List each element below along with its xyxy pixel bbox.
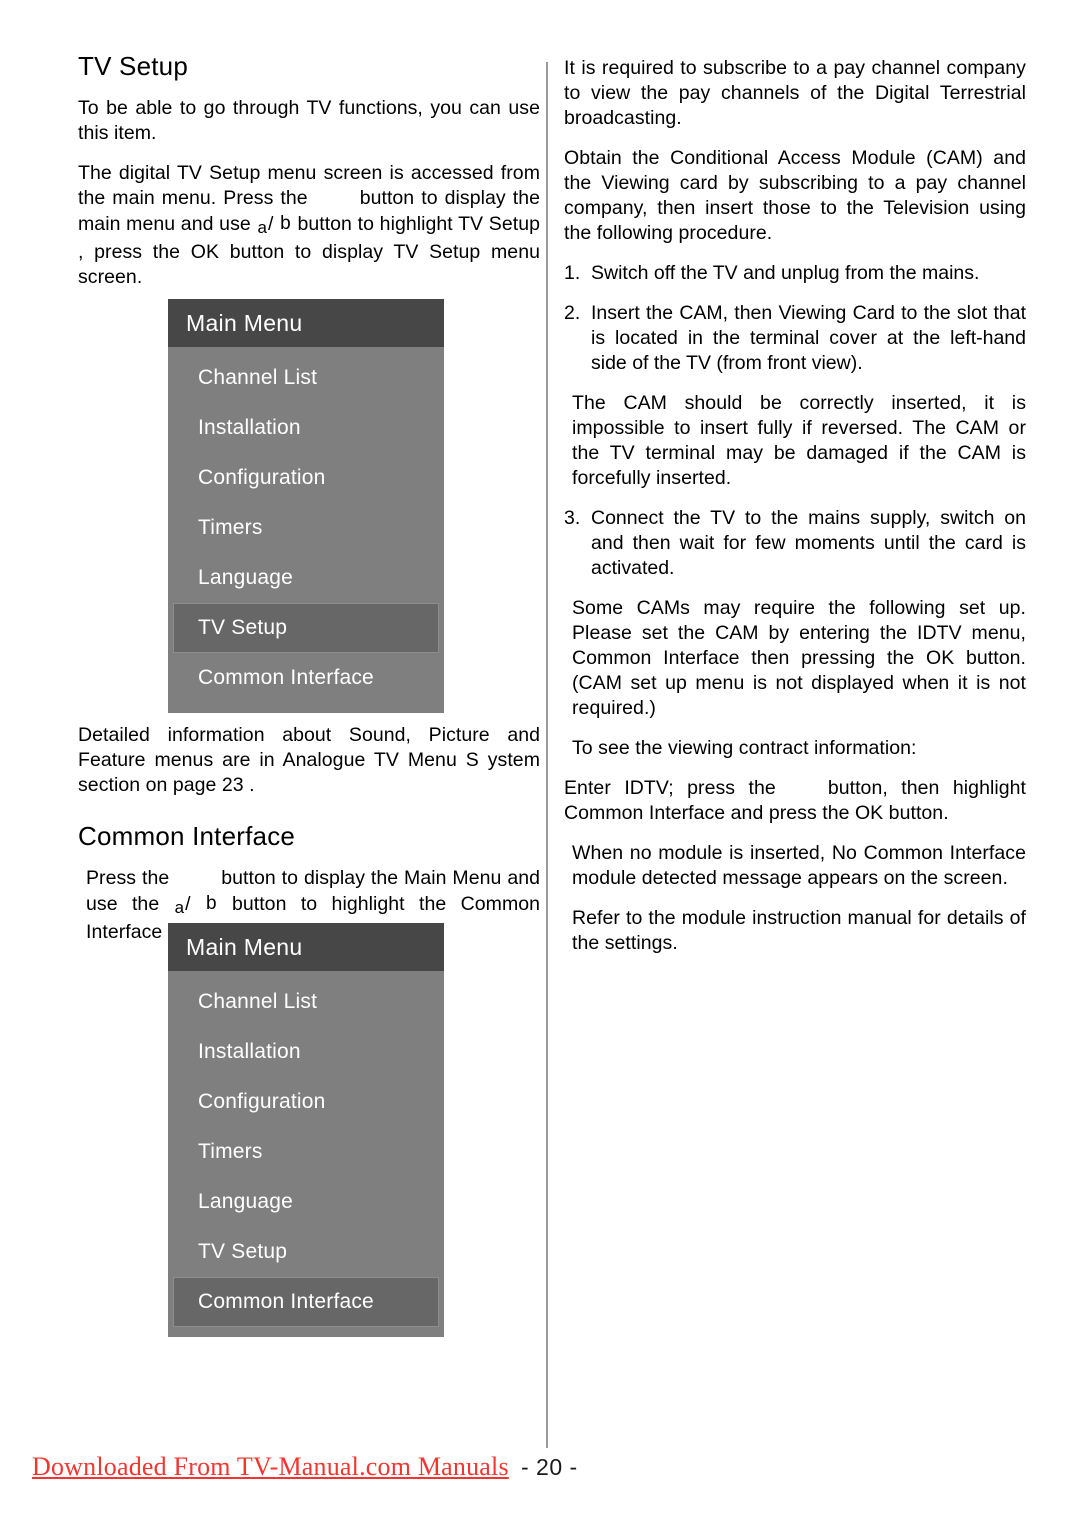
heading-common-interface: Common Interface <box>78 820 296 851</box>
up-arrow-glyph-2: a <box>174 897 185 917</box>
osd-item-installation-2[interactable]: Installation <box>168 1027 444 1077</box>
osd-item-timers-2[interactable]: Timers <box>168 1127 444 1177</box>
paragraph-enter-idtv: Enter IDTV; press the button, then highli… <box>564 776 1026 826</box>
list-item-step-2: 2. Insert the CAM, then Viewing Card to … <box>564 301 1026 376</box>
step-1-text: Switch off the TV and unplug from the ma… <box>591 262 980 284</box>
page-number: - 20 - <box>521 1454 578 1480</box>
osd-item-configuration[interactable]: Configuration <box>168 453 444 503</box>
list-item-step-1: 1. Switch off the TV and unplug from the… <box>564 261 1026 286</box>
osd-main-menu-tv-setup: Main Menu Channel List Installation Conf… <box>168 299 444 713</box>
paragraph-tv-setup-access: The digital TV Setup menu screen is acce… <box>78 161 540 290</box>
step-2-number: 2. <box>564 302 581 324</box>
down-arrow-glyph: b <box>280 212 291 234</box>
paragraph-tv-setup-intro: To be able to go through TV functions, y… <box>78 96 540 144</box>
osd-title-bar-2: Main Menu <box>168 923 444 971</box>
up-arrow-glyph: a <box>257 217 267 237</box>
osd-item-list-1: Channel List Installation Configuration … <box>168 347 444 713</box>
note-cam-setup: Some CAMs may require the following set … <box>572 597 1026 719</box>
right-column: It is required to subscribe to a pay cha… <box>564 56 1026 971</box>
osd-item-language[interactable]: Language <box>168 553 444 603</box>
step-3-text: Connect the TV to the mains supply, swit… <box>591 507 1026 579</box>
paragraph-common-interface-part1: Press the <box>86 866 170 889</box>
note-refer-manual: Refer to the module instruction manual f… <box>572 907 1026 954</box>
paragraph-enter-idtv-part1: Enter IDTV; press the <box>564 777 776 799</box>
step-3-number: 3. <box>564 507 581 529</box>
paragraph-pay-channel: It is required to subscribe to a pay cha… <box>564 57 1026 129</box>
osd-item-channel-list[interactable]: Channel List <box>168 353 444 403</box>
osd-item-tv-setup-2[interactable]: TV Setup <box>168 1227 444 1277</box>
slash-glyph: / <box>267 212 274 235</box>
list-item-step-3: 3. Connect the TV to the mains supply, s… <box>564 506 1026 581</box>
osd-item-list-2: Channel List Installation Configuration … <box>168 971 444 1337</box>
osd-title-bar-1: Main Menu <box>168 299 444 347</box>
column-divider <box>546 62 548 1448</box>
step-1-number: 1. <box>564 262 581 284</box>
osd-item-language-2[interactable]: Language <box>168 1177 444 1227</box>
down-arrow-glyph-2: b <box>205 892 217 914</box>
heading-tv-setup: TV Setup <box>78 51 188 81</box>
manual-page: TV Setup To be able to go through TV fun… <box>0 0 1080 1526</box>
osd-item-common-interface-selected[interactable]: Common Interface <box>173 1277 439 1327</box>
osd-item-channel-list-2[interactable]: Channel List <box>168 977 444 1027</box>
step-2-text: Insert the CAM, then Viewing Card to the… <box>591 302 1026 374</box>
osd-item-installation[interactable]: Installation <box>168 403 444 453</box>
osd-main-menu-common-interface: Main Menu Channel List Installation Conf… <box>168 923 444 1337</box>
note-no-module: When no module is inserted, No Common In… <box>572 842 1026 889</box>
note-viewing-contract: To see the viewing contract information: <box>572 737 917 759</box>
osd-item-tv-setup-selected[interactable]: TV Setup <box>173 603 439 653</box>
slash-glyph-2: / <box>185 892 191 915</box>
osd-item-configuration-2[interactable]: Configuration <box>168 1077 444 1127</box>
paragraph-detailed-info: Detailed information about Sound, Pictur… <box>78 723 540 796</box>
paragraph-obtain-cam: Obtain the Conditional Access Module (CA… <box>564 147 1026 244</box>
note-cam-insertion: The CAM should be correctly inserted, it… <box>572 392 1026 489</box>
osd-item-timers[interactable]: Timers <box>168 503 444 553</box>
watermark-link[interactable]: Downloaded From TV-Manual.com Manuals <box>32 1452 509 1482</box>
osd-item-common-interface[interactable]: Common Interface <box>168 653 444 703</box>
